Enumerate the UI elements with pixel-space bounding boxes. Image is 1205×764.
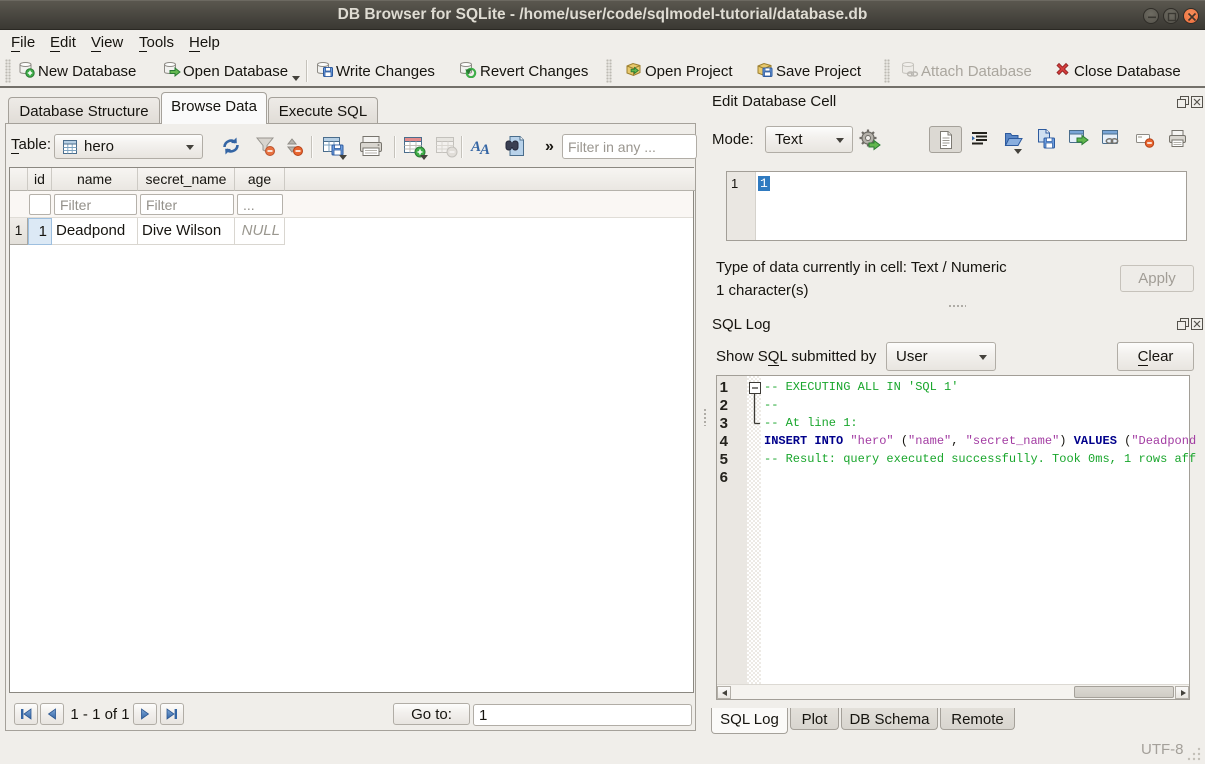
svg-text:A: A <box>479 142 490 156</box>
